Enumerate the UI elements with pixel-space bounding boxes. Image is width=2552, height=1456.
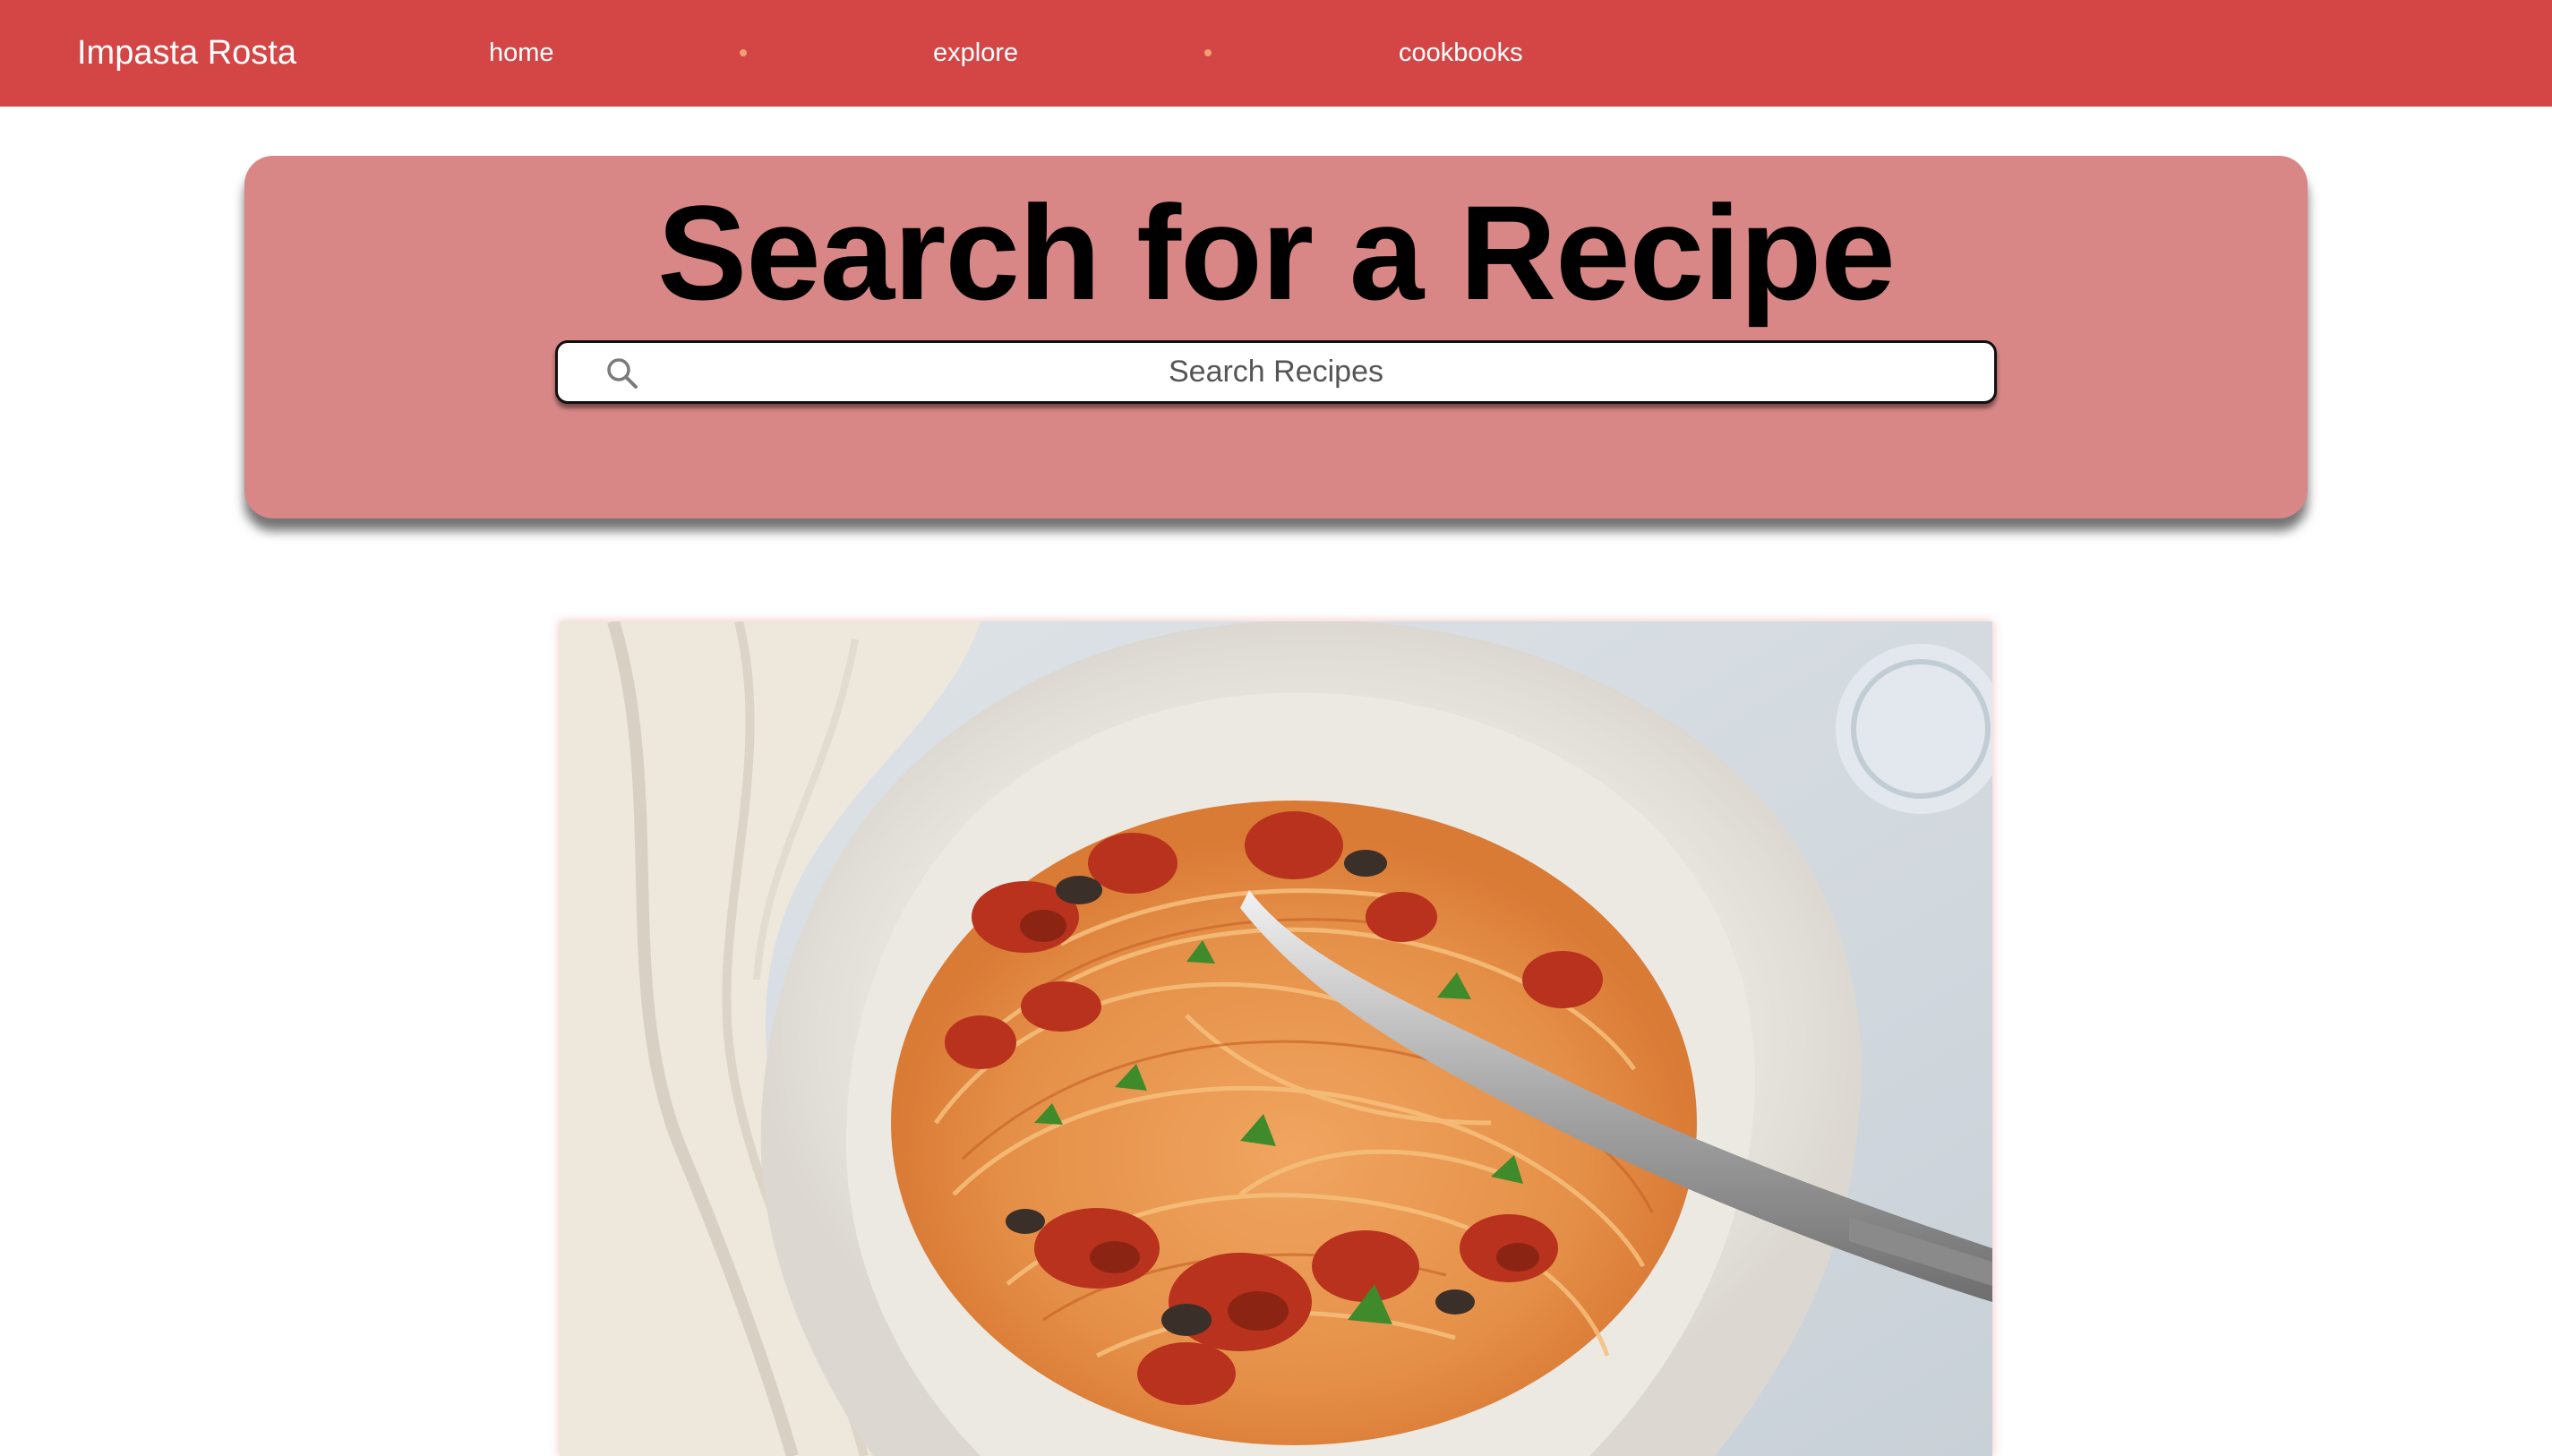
page-title: Search for a Recipe: [657, 177, 1896, 328]
nav-link-home[interactable]: home: [489, 36, 554, 70]
search-input[interactable]: [558, 343, 1994, 401]
search-hero-card: Search for a Recipe: [244, 156, 2308, 518]
nav-separator-dot: [740, 49, 747, 56]
top-navbar: Impasta Rosta home explore cookbooks: [0, 0, 2552, 107]
search-bar[interactable]: [555, 340, 1997, 404]
search-icon: [604, 355, 640, 391]
featured-recipe-image[interactable]: [560, 621, 1992, 1456]
nav-separator-dot: [1204, 49, 1212, 56]
nav-link-cookbooks[interactable]: cookbooks: [1399, 36, 1523, 70]
brand-logo-text[interactable]: Impasta Rosta: [77, 30, 296, 75]
nav-link-explore[interactable]: explore: [933, 36, 1018, 70]
